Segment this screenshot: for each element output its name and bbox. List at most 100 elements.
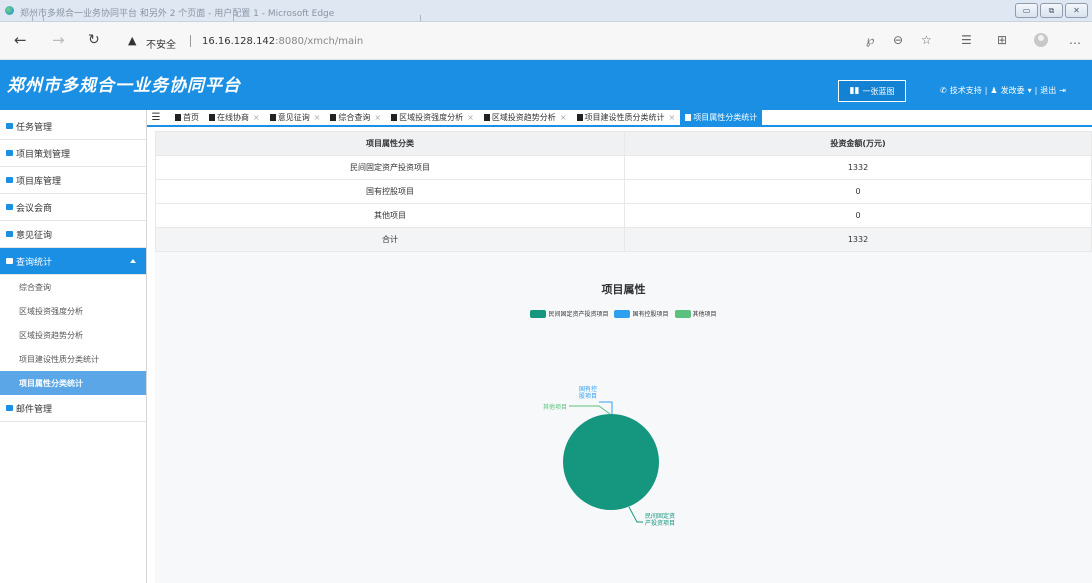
tab-label: 项目属性分类统计 — [693, 113, 758, 122]
sidebar-item-project-library[interactable]: 项目库管理 — [0, 167, 146, 194]
close-icon[interactable]: × — [669, 113, 676, 122]
tab-online-consult[interactable]: 在线协商 × — [204, 110, 265, 125]
table-cell: 民间固定资产投资项目 — [155, 155, 625, 180]
close-button[interactable]: ✕ — [1065, 3, 1088, 18]
sidebar-item-label: 项目策划管理 — [16, 149, 71, 160]
sidebar: 任务管理 项目策划管理 项目库管理 会议会商 意见征询 查询统计 综合查询 区域… — [0, 110, 147, 583]
sidebar-item-project-planning[interactable]: 项目策划管理 — [0, 140, 146, 167]
table-row: 其他项目 0 — [155, 203, 1092, 228]
tab-label: 意见征询 — [277, 113, 310, 122]
tab-comprehensive-query[interactable]: 综合查询 × — [325, 110, 386, 125]
tab-investment-intensity[interactable]: 区域投资强度分析 × — [386, 110, 479, 125]
tab-construction-nature[interactable]: 项目建设性质分类统计 × — [572, 110, 681, 125]
pie-slice[interactable] — [563, 414, 659, 510]
divider: | — [1034, 86, 1038, 95]
column-header: 投资金额(万元) — [624, 131, 1092, 156]
close-icon[interactable]: × — [314, 113, 321, 122]
support-link[interactable]: 技术支持 — [950, 85, 982, 96]
legend-swatch — [674, 309, 691, 318]
chart-legend: 民间固定资产投资项目 国有控股项目 其他项目 — [155, 309, 1092, 318]
back-arrow-icon[interactable]: ← — [14, 32, 27, 48]
folder-icon — [6, 204, 13, 210]
zoom-icon[interactable]: ⊖ — [893, 33, 903, 47]
table-cell: 1332 — [624, 227, 1092, 252]
legend-item[interactable]: 其他项目 — [674, 309, 717, 318]
minimize-button[interactable]: ▭ — [1015, 3, 1038, 18]
refresh-icon[interactable]: ↻ — [88, 32, 100, 48]
edge-icon — [5, 6, 14, 15]
tab-label: 首页 — [183, 113, 199, 122]
pie-slice-label: 其他项目 — [543, 403, 567, 411]
tab-label: 区域投资强度分析 — [399, 113, 464, 122]
address-bar[interactable]: 16.16.128.142:8080/xmch/main — [202, 36, 363, 47]
close-icon[interactable]: × — [253, 113, 260, 122]
logout-icon[interactable]: ⇥ — [1059, 86, 1066, 95]
close-icon[interactable]: × — [467, 113, 474, 122]
sidebar-subitem-investment-intensity[interactable]: 区域投资强度分析 — [0, 299, 146, 323]
tab-strip-edge — [32, 15, 44, 21]
label-leader-line — [628, 506, 643, 523]
table-cell: 合计 — [155, 227, 625, 252]
tab-label: 项目建设性质分类统计 — [584, 113, 665, 122]
sidebar-item-mail[interactable]: 邮件管理 — [0, 395, 146, 422]
window-controls: ▭ ⧉ ✕ — [1015, 3, 1088, 18]
read-aloud-icon[interactable]: ℘ — [866, 33, 874, 47]
not-secure-label[interactable]: 不安全 — [146, 36, 176, 51]
collections-icon[interactable]: ⊞ — [997, 33, 1007, 47]
sidebar-subitem-investment-trend[interactable]: 区域投资趋势分析 — [0, 323, 146, 347]
folder-icon — [6, 177, 13, 183]
header-actions: ✆ 技术支持 | ♟ 发改委 ▾ | 退出 ⇥ — [940, 85, 1066, 96]
maximize-button[interactable]: ⧉ — [1040, 3, 1063, 18]
map-icon: ▮▮ — [849, 86, 860, 96]
sidebar-item-opinion[interactable]: 意见征询 — [0, 221, 146, 248]
tab-investment-trend[interactable]: 区域投资趋势分析 × — [479, 110, 572, 125]
sidebar-item-label: 查询统计 — [16, 257, 53, 268]
table-row: 民间固定资产投资项目 1332 — [155, 155, 1092, 180]
close-icon[interactable]: × — [560, 113, 567, 122]
tab-project-attribute[interactable]: 项目属性分类统计 — [680, 110, 763, 125]
pie-slice-label: 国有控股项目 — [579, 385, 597, 400]
table-cell: 0 — [624, 203, 1092, 228]
folder-icon — [6, 258, 13, 264]
user-menu[interactable]: 发改委 — [1001, 85, 1025, 96]
legend-label: 民间固定资产投资项目 — [548, 311, 609, 318]
browser-toolbar: ← → ↻ ▲ 不安全 16.16.128.142:8080/xmch/main… — [0, 22, 1092, 60]
tab-opinion[interactable]: 意见征询 × — [265, 110, 326, 125]
app-logo: 郑州市多规合一业务协同平台 — [7, 76, 241, 96]
legend-item[interactable]: 国有控股项目 — [614, 309, 669, 318]
sidebar-subitem-project-attribute[interactable]: 项目属性分类统计 — [0, 371, 146, 395]
document-icon — [391, 114, 398, 121]
tab-home[interactable]: 首页 — [170, 110, 204, 125]
folder-icon — [6, 405, 13, 411]
sidebar-subitem-comprehensive-query[interactable]: 综合查询 — [0, 275, 146, 299]
label-leader-line — [569, 405, 611, 415]
table-cell: 其他项目 — [155, 203, 625, 228]
chart-title: 项目属性 — [601, 283, 646, 296]
table-cell: 国有控股项目 — [155, 179, 625, 204]
favorites-icon[interactable]: ☰ — [961, 33, 972, 47]
sidebar-item-meeting[interactable]: 会议会商 — [0, 194, 146, 221]
legend-swatch — [530, 309, 547, 318]
menu-toggle-icon[interactable]: ☰ — [150, 112, 162, 123]
sidebar-item-task[interactable]: 任务管理 — [0, 113, 146, 140]
phone-icon: ✆ — [940, 86, 947, 95]
close-icon[interactable]: × — [374, 113, 381, 122]
warning-icon[interactable]: ▲ — [128, 34, 136, 47]
forward-arrow-icon[interactable]: → — [52, 32, 65, 48]
chevron-up-icon — [130, 259, 136, 263]
pie-slice-label: 民间固定资产投资项目 — [645, 512, 675, 527]
app-header: 郑州市多规合一业务协同平台 ▮▮ 一张蓝图 ✆ 技术支持 | ♟ 发改委 ▾ |… — [0, 60, 1092, 110]
sidebar-subitem-construction-nature[interactable]: 项目建设性质分类统计 — [0, 347, 146, 371]
document-icon — [576, 114, 583, 121]
window-titlebar: 郑州市多规合一业务协同平台 和另外 2 个页面 - 用户配置 1 - Micro… — [0, 0, 1092, 22]
more-icon[interactable]: … — [1069, 33, 1081, 47]
logout-link[interactable]: 退出 — [1040, 85, 1056, 96]
table-header-row: 项目属性分类 投资金额(万元) — [155, 131, 1092, 156]
sidebar-item-query-stats[interactable]: 查询统计 — [0, 248, 146, 275]
legend-item[interactable]: 民间固定资产投资项目 — [530, 309, 608, 318]
profile-avatar[interactable] — [1034, 33, 1048, 47]
chevron-down-icon[interactable]: ▾ — [1028, 86, 1032, 95]
blueprint-button[interactable]: ▮▮ 一张蓝图 — [838, 80, 906, 102]
add-favorite-icon[interactable]: ☆ — [921, 33, 932, 47]
legend-label: 国有控股项目 — [632, 311, 669, 318]
